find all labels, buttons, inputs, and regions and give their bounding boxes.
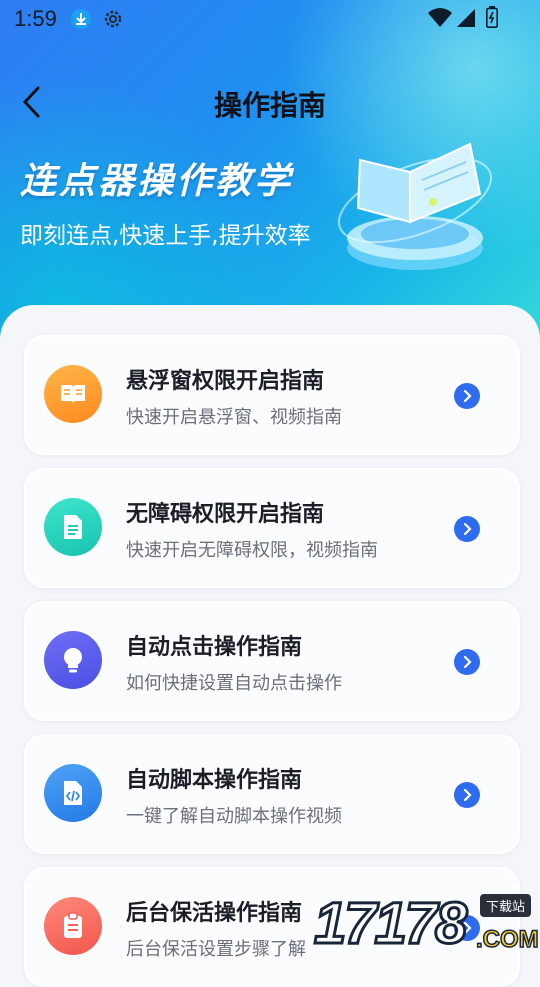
book-icon [337, 142, 493, 270]
guide-card-auto-click[interactable]: 自动点击操作指南 如何快捷设置自动点击操作 [24, 601, 520, 721]
battery-icon [486, 6, 498, 34]
guide-title: 悬浮窗权限开启指南 [126, 369, 325, 394]
banner-title: 连点器操作教学 [20, 161, 294, 202]
guide-card-accessibility[interactable]: 无障碍权限开启指南 快速开启无障碍权限，视频指南 [24, 468, 520, 588]
wifi-icon [428, 8, 452, 34]
lightbulb-icon [44, 631, 102, 689]
book-illustration [330, 120, 510, 280]
guide-subtitle: 后台保活设置步骤了解 [126, 939, 306, 960]
guide-title: 无障碍权限开启指南 [126, 502, 325, 527]
guide-title: 自动点击操作指南 [126, 635, 303, 660]
book-icon [44, 365, 102, 423]
code-file-icon [44, 764, 102, 822]
guide-subtitle: 快速开启无障碍权限，视频指南 [126, 540, 378, 561]
watermark-tag: 下载站 [480, 894, 532, 917]
guide-subtitle: 一键了解自动脚本操作视频 [126, 806, 342, 827]
guide-list-panel: 悬浮窗权限开启指南 快速开启悬浮窗、视频指南 无障碍权限开启指南 快速开启无障碍… [0, 305, 540, 987]
chevron-right-icon[interactable] [454, 516, 480, 542]
site-watermark: 17178 下载站 .COM [310, 890, 540, 960]
guide-card-floating-window[interactable]: 悬浮窗权限开启指南 快速开启悬浮窗、视频指南 [24, 335, 520, 455]
watermark-number: 17178 [312, 890, 468, 958]
chevron-right-icon[interactable] [454, 383, 480, 409]
chevron-right-icon[interactable] [454, 649, 480, 675]
status-bar: 1:59 [0, 0, 540, 38]
watermark-domain: .COM [475, 925, 539, 954]
clipboard-icon [44, 897, 102, 955]
guide-title: 后台保活操作指南 [126, 901, 303, 926]
chevron-right-icon[interactable] [454, 782, 480, 808]
settings-icon [102, 8, 124, 36]
banner-subtitle: 即刻连点,快速上手,提升效率 [20, 223, 311, 249]
page-title: 操作指南 [213, 89, 326, 122]
guide-subtitle: 快速开启悬浮窗、视频指南 [126, 407, 342, 428]
guide-card-auto-script[interactable]: 自动脚本操作指南 一键了解自动脚本操作视频 [24, 734, 520, 854]
guide-title: 自动脚本操作指南 [126, 768, 303, 793]
download-icon [70, 8, 92, 36]
status-time: 1:59 [14, 6, 57, 31]
guide-subtitle: 如何快捷设置自动点击操作 [126, 673, 342, 694]
signal-icon [456, 8, 476, 34]
document-icon [44, 498, 102, 556]
